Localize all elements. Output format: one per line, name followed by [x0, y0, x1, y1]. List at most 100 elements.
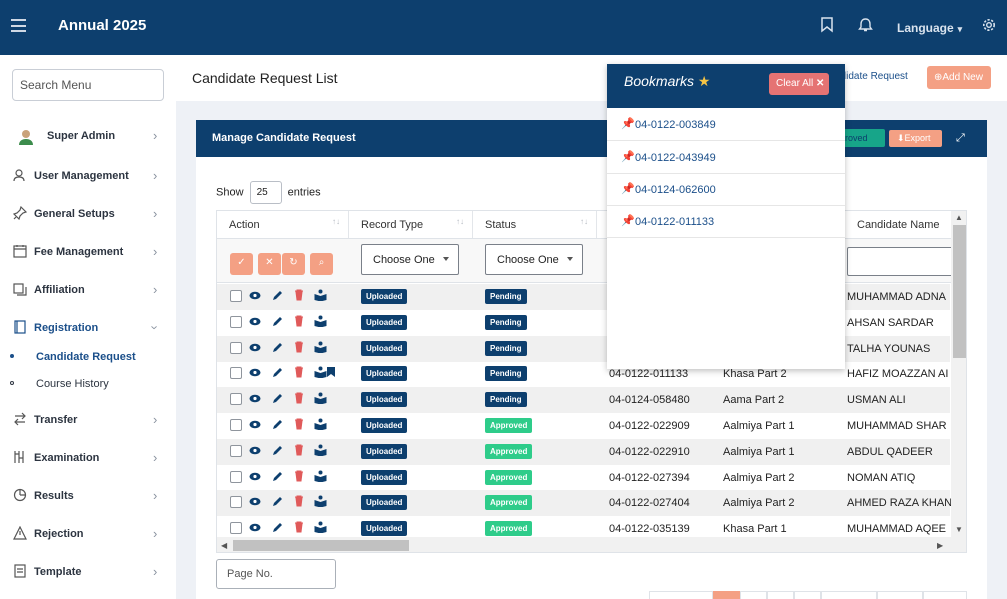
row-checkbox[interactable] [230, 393, 242, 406]
sidebar-item-examination[interactable]: Examination › [0, 444, 176, 472]
row-checkbox[interactable] [230, 315, 242, 328]
pager-page[interactable] [767, 591, 794, 599]
column-header-record-type[interactable]: Record Type ↑↓ [349, 211, 473, 238]
delete-icon[interactable] [294, 366, 304, 378]
sidebar-item-transfer[interactable]: Transfer › [0, 406, 176, 434]
delete-icon[interactable] [294, 315, 304, 327]
row-checkbox[interactable] [230, 290, 242, 302]
book-reader-icon[interactable] [314, 341, 327, 353]
table-row[interactable]: Uploaded Approved 04-0122-027404 Aalmiya Pa… [217, 490, 952, 517]
vertical-scroll-thumb[interactable] [953, 225, 966, 358]
delete-icon[interactable] [294, 495, 304, 507]
reset-filter-button[interactable]: ↻ [282, 253, 305, 275]
clear-all-button[interactable]: Clear All ✕ [769, 73, 829, 95]
edit-icon[interactable] [272, 495, 283, 507]
record-type-filter[interactable]: Choose One [361, 244, 459, 275]
delete-icon[interactable] [294, 341, 304, 353]
book-reader-icon[interactable] [314, 470, 327, 482]
edit-icon[interactable] [272, 470, 283, 482]
eye-icon[interactable] [249, 317, 261, 326]
add-new-button[interactable]: ⊕Add New [927, 66, 991, 89]
pager-next[interactable] [923, 591, 967, 599]
entries-select[interactable]: 25 [249, 181, 282, 204]
book-reader-icon[interactable] [314, 521, 327, 534]
book-reader-icon[interactable] [314, 418, 327, 430]
sidebar-item-template[interactable]: Template › [0, 558, 176, 586]
eye-icon[interactable] [249, 523, 261, 532]
row-checkbox[interactable] [230, 522, 242, 535]
candidate-name-filter-input[interactable] [847, 247, 957, 276]
sidebar-subitem-candidate-request[interactable]: Candidate Request [0, 346, 176, 368]
delete-icon[interactable] [294, 289, 304, 301]
book-reader-icon[interactable] [314, 315, 327, 327]
sidebar-item-super-admin[interactable]: Super Admin › [0, 122, 176, 150]
column-header-status[interactable]: Status ↑↓ [473, 211, 597, 238]
row-checkbox[interactable] [230, 496, 242, 509]
book-reader-icon[interactable] [314, 495, 327, 508]
table-row[interactable]: Uploaded Approved 04-0122-022910 Aalmiya Pa… [217, 438, 950, 465]
book-reader-icon[interactable] [314, 289, 327, 301]
scroll-down-icon[interactable]: ▼ [955, 525, 963, 534]
pager-current[interactable] [713, 591, 740, 599]
sidebar-item-registration[interactable]: Registration › [0, 314, 176, 342]
table-row[interactable]: Uploaded Approved 04-0122-022909 Aalmiya Pa… [217, 413, 950, 439]
delete-icon[interactable] [294, 470, 304, 482]
edit-icon[interactable] [272, 392, 283, 404]
bookmark-item[interactable]: 📌 04-0122-043949 [607, 141, 845, 174]
bookmark-filled-icon[interactable] [326, 366, 336, 378]
delete-icon[interactable] [294, 521, 304, 533]
edit-icon[interactable] [272, 521, 283, 533]
row-checkbox[interactable] [230, 470, 242, 483]
sidebar-item-results[interactable]: Results › [0, 482, 176, 510]
pager-page[interactable] [794, 591, 821, 599]
pager-prev[interactable] [649, 591, 713, 599]
edit-icon[interactable] [272, 418, 283, 430]
edit-icon[interactable] [272, 444, 283, 456]
eye-icon[interactable] [249, 497, 261, 506]
edit-icon[interactable] [272, 341, 283, 353]
sidebar-item-affiliation[interactable]: Affiliation › [0, 276, 176, 304]
eye-icon[interactable] [249, 291, 261, 300]
delete-icon[interactable] [294, 418, 304, 430]
bookmark-item[interactable]: 📌 04-0124-062600 [607, 173, 845, 206]
row-checkbox[interactable] [230, 444, 242, 457]
eye-icon[interactable] [249, 368, 261, 377]
eye-icon[interactable] [249, 446, 261, 455]
expand-icon[interactable]: ⤢ [956, 132, 965, 145]
search-filter-button[interactable]: ⌕ [310, 253, 333, 275]
pager-ellipsis[interactable] [821, 591, 877, 599]
gear-icon[interactable] [982, 17, 996, 33]
sidebar-item-fee-management[interactable]: Fee Management › [0, 238, 176, 266]
reject-filter-button[interactable]: ✕ [258, 253, 281, 275]
search-menu-input[interactable]: Search Menu [12, 69, 164, 101]
bookmark-icon[interactable] [821, 17, 833, 33]
eye-icon[interactable] [249, 420, 261, 429]
scroll-right-icon[interactable]: ▶ [937, 541, 943, 550]
pager-last[interactable] [877, 591, 923, 599]
edit-icon[interactable] [272, 315, 283, 327]
breadcrumb-link[interactable]: ndidate Request [835, 71, 908, 82]
vertical-scrollbar[interactable]: ▲ ▼ [951, 211, 966, 537]
delete-icon[interactable] [294, 444, 304, 456]
eye-icon[interactable] [249, 394, 261, 403]
book-reader-icon[interactable] [314, 392, 327, 405]
column-header-action[interactable]: Action ↑↓ [217, 211, 349, 238]
eye-icon[interactable] [249, 472, 261, 481]
table-row[interactable]: Uploaded Approved 04-0122-027394 Aalmiya Pa… [217, 465, 950, 491]
export-button[interactable]: ⬇Export [889, 130, 942, 147]
table-row[interactable]: Uploaded Pending 04-0124-058480 Aama Part 2… [217, 387, 950, 414]
row-checkbox[interactable] [230, 367, 242, 380]
eye-icon[interactable] [249, 343, 261, 352]
language-dropdown[interactable]: Language ▾ [897, 21, 962, 35]
bookmark-item[interactable]: 📌 04-0122-011133 [607, 205, 845, 238]
sidebar-item-general-setups[interactable]: General Setups › [0, 200, 176, 228]
bell-icon[interactable] [858, 17, 873, 33]
book-reader-icon[interactable] [314, 444, 327, 456]
column-header-candidate-name[interactable]: Candidate Name [845, 211, 951, 238]
sidebar-item-rejection[interactable]: Rejection › [0, 520, 176, 548]
row-checkbox[interactable] [230, 419, 242, 431]
horizontal-scroll-thumb[interactable] [233, 540, 409, 551]
edit-icon[interactable] [272, 366, 283, 378]
horizontal-scrollbar[interactable]: ◀ ▶ [217, 537, 966, 552]
hamburger-menu-icon[interactable] [11, 19, 26, 32]
